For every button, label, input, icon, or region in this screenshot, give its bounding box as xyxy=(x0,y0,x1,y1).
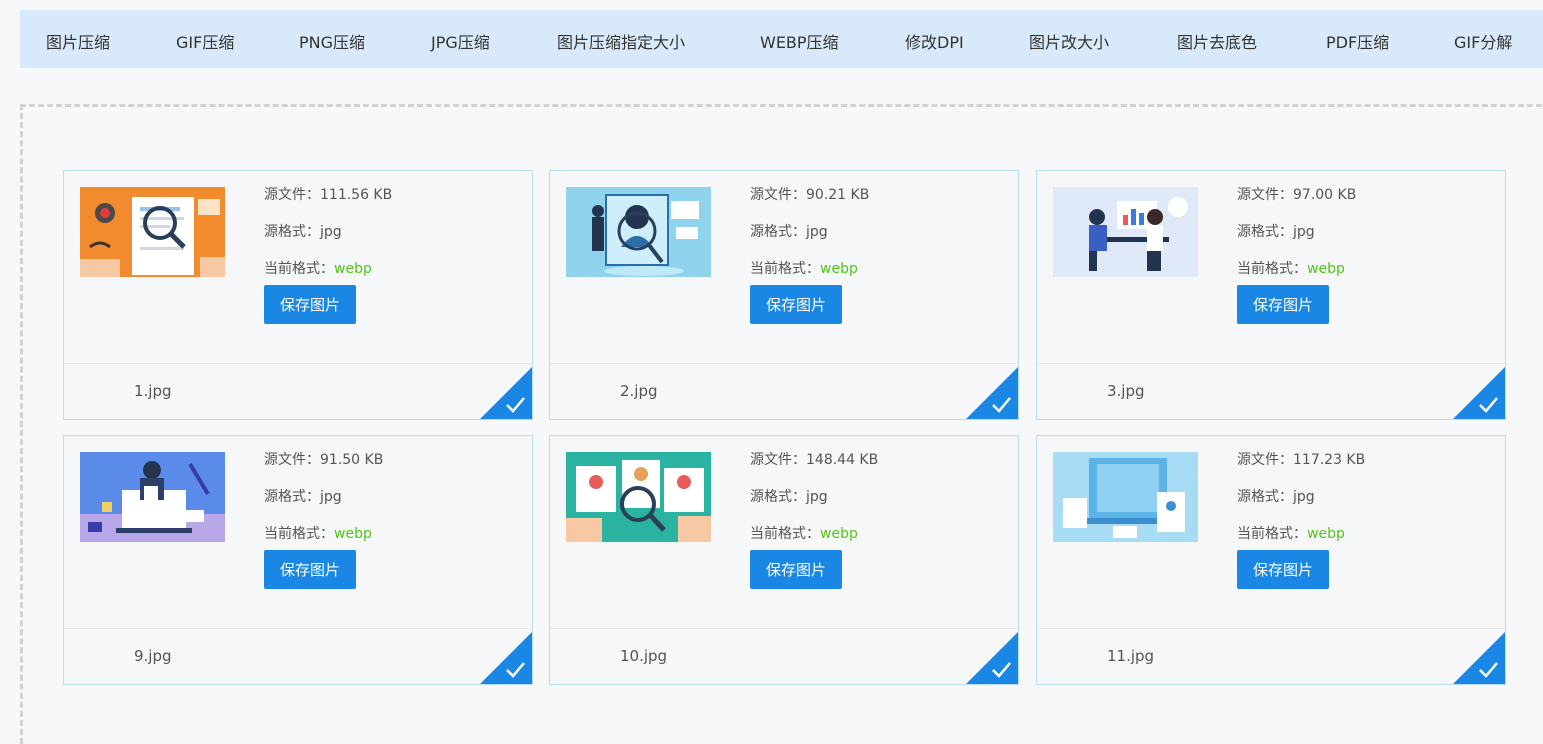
source-format-label: 源格式： xyxy=(750,489,806,505)
thumbnail-image xyxy=(80,452,225,542)
thumbnail-image xyxy=(566,452,711,542)
current-format-label: 当前格式： xyxy=(264,261,334,277)
nav-item-gif-compress[interactable]: GIF压缩 xyxy=(176,29,234,53)
file-name: 9.jpg xyxy=(134,647,172,665)
source-format: jpg xyxy=(320,489,342,505)
nav-item-remove-background[interactable]: 图片去底色 xyxy=(1177,29,1257,53)
thumbnail-image xyxy=(1053,452,1198,542)
checkmark-icon xyxy=(966,632,1018,684)
save-image-button[interactable]: 保存图片 xyxy=(264,285,356,324)
save-image-button[interactable]: 保存图片 xyxy=(1237,285,1329,324)
file-size: 148.44 KB xyxy=(806,452,879,468)
source-format: jpg xyxy=(806,489,828,505)
current-format-label: 当前格式： xyxy=(750,526,820,542)
current-format: webp xyxy=(820,261,858,277)
nav-item-webp-compress[interactable]: WEBP压缩 xyxy=(760,29,839,53)
file-info: 源文件：111.56 KB 源格式：jpg 当前格式：webp xyxy=(264,185,392,296)
current-format: webp xyxy=(1307,526,1345,542)
source-format-label: 源格式： xyxy=(1237,489,1293,505)
nav-item-jpg-compress[interactable]: JPG压缩 xyxy=(431,29,490,53)
file-card: 源文件：90.21 KB 源格式：jpg 当前格式：webp 保存图片 2.jp… xyxy=(549,170,1019,420)
file-info: 源文件：148.44 KB 源格式：jpg 当前格式：webp xyxy=(750,450,878,561)
source-format: jpg xyxy=(320,224,342,240)
save-image-button[interactable]: 保存图片 xyxy=(1237,550,1329,589)
file-name: 10.jpg xyxy=(620,647,668,665)
size-label: 源文件： xyxy=(750,187,806,203)
file-name: 3.jpg xyxy=(1107,382,1145,400)
size-label: 源文件： xyxy=(1237,187,1293,203)
nav-item-png-compress[interactable]: PNG压缩 xyxy=(299,29,365,53)
source-format-label: 源格式： xyxy=(264,489,320,505)
file-name: 1.jpg xyxy=(134,382,172,400)
nav-item-image-compress[interactable]: 图片压缩 xyxy=(46,29,110,53)
save-image-button[interactable]: 保存图片 xyxy=(750,285,842,324)
source-format: jpg xyxy=(1293,489,1315,505)
file-name: 2.jpg xyxy=(620,382,658,400)
nav-item-gif-split[interactable]: GIF分解 xyxy=(1454,29,1512,53)
checkmark-icon xyxy=(480,632,532,684)
current-format: webp xyxy=(334,261,372,277)
file-card: 源文件：111.56 KB 源格式：jpg 当前格式：webp 保存图片 1.j… xyxy=(63,170,533,420)
checkmark-icon xyxy=(1453,367,1505,419)
current-format-label: 当前格式： xyxy=(1237,526,1307,542)
file-card: 源文件：97.00 KB 源格式：jpg 当前格式：webp 保存图片 3.jp… xyxy=(1036,170,1506,420)
source-format: jpg xyxy=(1293,224,1315,240)
file-size: 117.23 KB xyxy=(1293,452,1366,468)
save-image-button[interactable]: 保存图片 xyxy=(750,550,842,589)
source-format: jpg xyxy=(806,224,828,240)
thumbnail-image xyxy=(1053,187,1198,277)
file-info: 源文件：97.00 KB 源格式：jpg 当前格式：webp xyxy=(1237,185,1356,296)
current-format-label: 当前格式： xyxy=(264,526,334,542)
source-format-label: 源格式： xyxy=(750,224,806,240)
current-format: webp xyxy=(1307,261,1345,277)
save-image-button[interactable]: 保存图片 xyxy=(264,550,356,589)
file-info: 源文件：90.21 KB 源格式：jpg 当前格式：webp xyxy=(750,185,869,296)
source-format-label: 源格式： xyxy=(1237,224,1293,240)
file-name: 11.jpg xyxy=(1107,647,1155,665)
current-format: webp xyxy=(820,526,858,542)
file-card: 源文件：117.23 KB 源格式：jpg 当前格式：webp 保存图片 11.… xyxy=(1036,435,1506,685)
size-label: 源文件： xyxy=(750,452,806,468)
nav-item-modify-dpi[interactable]: 修改DPI xyxy=(905,29,964,53)
nav-item-resize-image[interactable]: 图片改大小 xyxy=(1029,29,1109,53)
file-size: 90.21 KB xyxy=(806,187,870,203)
checkmark-icon xyxy=(1453,632,1505,684)
current-format: webp xyxy=(334,526,372,542)
top-nav: 图片压缩 GIF压缩 PNG压缩 JPG压缩 图片压缩指定大小 WEBP压缩 修… xyxy=(20,10,1543,68)
file-card: 源文件：148.44 KB 源格式：jpg 当前格式：webp 保存图片 10.… xyxy=(549,435,1019,685)
checkmark-icon xyxy=(480,367,532,419)
size-label: 源文件： xyxy=(264,452,320,468)
size-label: 源文件： xyxy=(1237,452,1293,468)
current-format-label: 当前格式： xyxy=(750,261,820,277)
source-format-label: 源格式： xyxy=(264,224,320,240)
size-label: 源文件： xyxy=(264,187,320,203)
file-size: 97.00 KB xyxy=(1293,187,1357,203)
file-info: 源文件：117.23 KB 源格式：jpg 当前格式：webp xyxy=(1237,450,1365,561)
file-info: 源文件：91.50 KB 源格式：jpg 当前格式：webp xyxy=(264,450,383,561)
file-size: 91.50 KB xyxy=(320,452,384,468)
file-size: 111.56 KB xyxy=(320,187,393,203)
thumbnail-image xyxy=(80,187,225,277)
nav-item-compress-to-size[interactable]: 图片压缩指定大小 xyxy=(557,29,685,53)
checkmark-icon xyxy=(966,367,1018,419)
nav-item-pdf-compress[interactable]: PDF压缩 xyxy=(1326,29,1389,53)
file-card: 源文件：91.50 KB 源格式：jpg 当前格式：webp 保存图片 9.jp… xyxy=(63,435,533,685)
current-format-label: 当前格式： xyxy=(1237,261,1307,277)
thumbnail-image xyxy=(566,187,711,277)
